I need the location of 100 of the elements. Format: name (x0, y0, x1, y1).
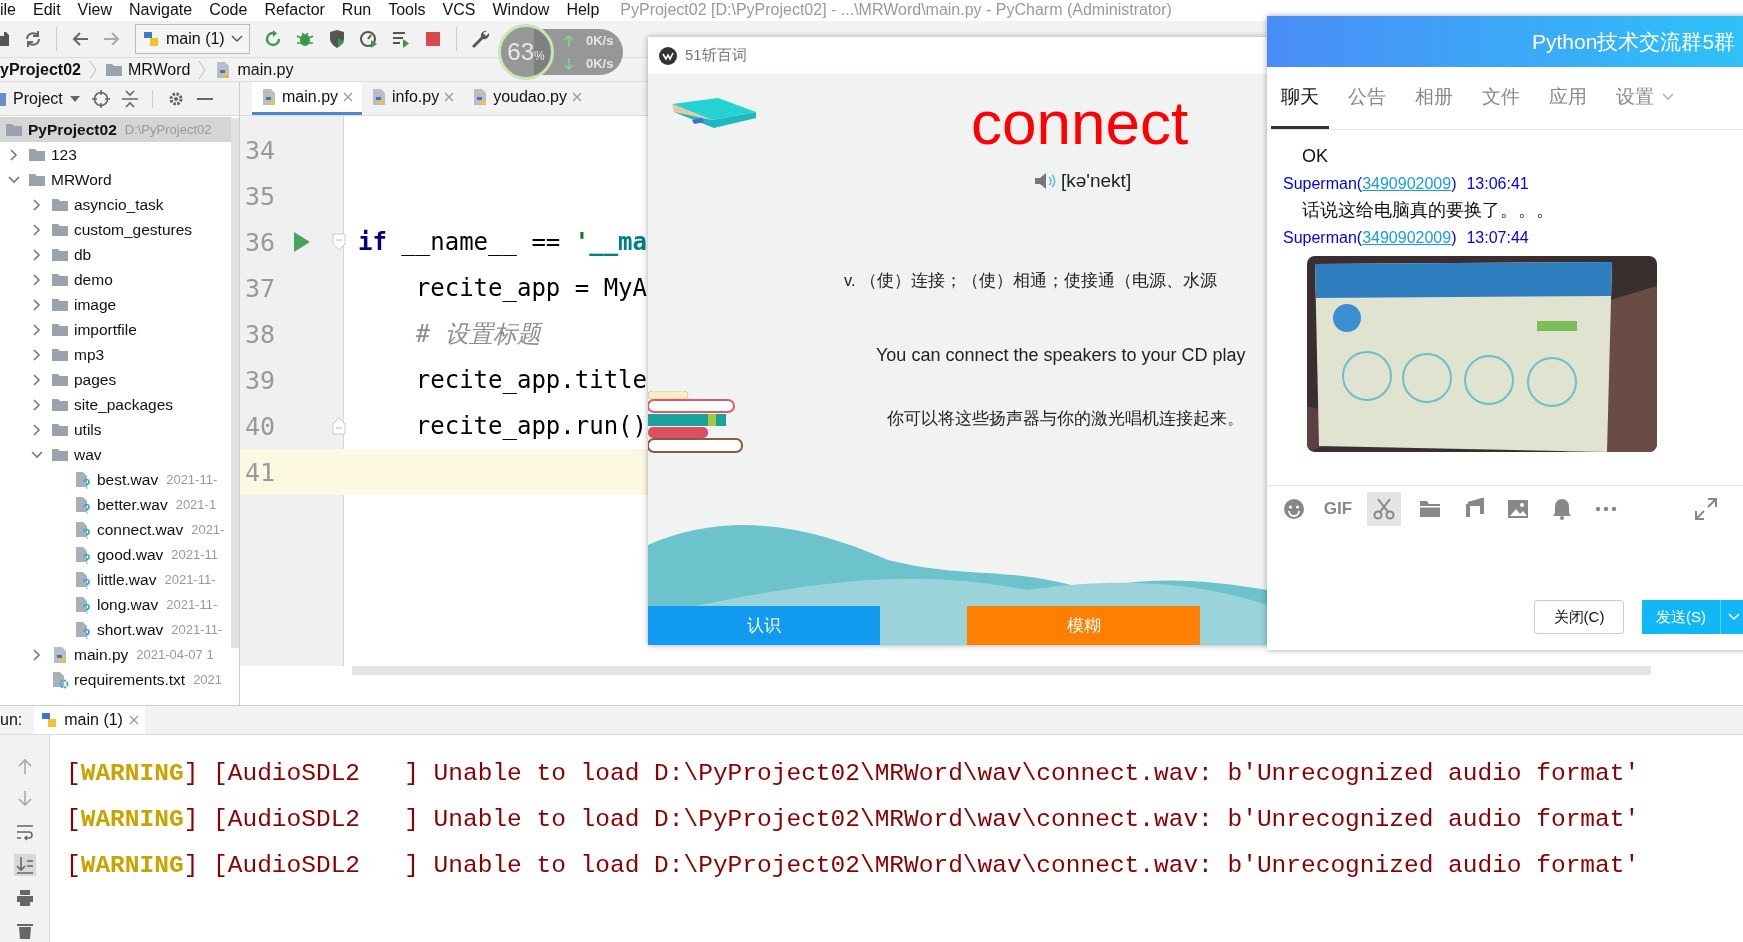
menu-item[interactable]: Run (341, 1, 372, 20)
folder-icon (51, 347, 69, 363)
tree-item[interactable]: 123 (0, 142, 231, 168)
tree-item[interactable]: long.wav 2021-11- (0, 592, 231, 618)
more-icon (1595, 506, 1617, 512)
run-icon[interactable] (294, 232, 310, 253)
menu-item[interactable]: Code (209, 1, 248, 20)
file-date: 2021-11- (171, 622, 223, 638)
tree-item[interactable]: importfile (0, 317, 231, 343)
tree-item[interactable]: mp3 (0, 342, 231, 368)
close-tab-icon[interactable] (444, 92, 455, 103)
folder-icon (104, 62, 123, 78)
menu-item[interactable]: Edit (33, 1, 61, 20)
tree-item[interactable]: asyncio_task (0, 192, 231, 218)
tree-item[interactable]: good.wav 2021-11 (0, 542, 231, 568)
tree-item[interactable]: site_packages (0, 392, 231, 418)
line-number: 41 (244, 457, 277, 487)
run-tab[interactable]: main (1) (34, 706, 145, 734)
folder-icon (51, 197, 69, 213)
menu-item[interactable]: Window (492, 1, 550, 20)
tree-item[interactable]: demo (0, 267, 231, 293)
console-line: [WARNING] [AudioSDL2 ] Unable to load D:\PyProject02\MRWord\wav\connect.wav: b'Unrecognized audio format' (66, 851, 1640, 881)
editor-tab[interactable]: youdao.py (463, 82, 591, 116)
chat-tab[interactable]: 设置 (1616, 67, 1691, 129)
message-time: 13:06:41 (1466, 174, 1529, 193)
menu-item[interactable]: View (77, 1, 112, 20)
rerun-icon[interactable] (263, 30, 282, 49)
tree-item[interactable]: MRWord (0, 167, 231, 193)
tree-item[interactable]: db (0, 242, 231, 268)
editor-tab[interactable]: info.py (362, 82, 464, 116)
tree-item[interactable]: PyProject02 D:\PyProject02 (0, 117, 231, 143)
scissors-button[interactable] (1367, 492, 1401, 526)
scroll-to-end-icon[interactable] (13, 854, 36, 876)
chat-tab[interactable]: 文件 (1482, 67, 1537, 129)
project-view-dropdown[interactable]: Project (0, 89, 80, 108)
menu-item[interactable]: Help (566, 1, 600, 20)
chat-tab[interactable]: 公告 (1348, 67, 1403, 129)
tree-item[interactable]: requirements.txt 2021 (0, 667, 231, 693)
tree-item[interactable]: image (0, 292, 231, 318)
folder-icon (51, 397, 69, 413)
tree-item[interactable]: custom_gestures (0, 217, 231, 243)
breadcrumb-item[interactable]: MRWord (104, 60, 191, 79)
sync-icon[interactable] (24, 30, 42, 49)
tree-item[interactable]: better.wav 2021-1 (0, 492, 231, 518)
run-configuration-label: main (1) (166, 30, 225, 49)
run-configuration-dropdown[interactable]: main (1) (135, 24, 250, 55)
message-text: 话说这给电脑真的要换了。。。 (1301, 199, 1554, 222)
speaker-icon[interactable] (1034, 172, 1056, 190)
caret-icon (230, 35, 243, 44)
folder-path: D:\PyProject02 (124, 122, 212, 138)
close-tab-icon[interactable] (343, 92, 354, 103)
gauge-run-icon[interactable] (359, 30, 378, 49)
tree-item[interactable]: pages (0, 367, 231, 393)
chat-tab[interactable]: 相册 (1415, 67, 1470, 129)
folder-icon (51, 297, 69, 313)
menu-item[interactable]: Tools (388, 1, 426, 20)
chevron-down-icon (1727, 613, 1740, 621)
chat-tab[interactable]: 聊天 (1271, 67, 1329, 129)
fold-marker-icon[interactable] (332, 417, 346, 436)
tree-item[interactable]: short.wav 2021-11- (0, 617, 231, 643)
horizontal-scrollbar[interactable] (352, 666, 1651, 676)
scrollbar[interactable] (231, 118, 239, 649)
line-number: 35 (244, 181, 277, 211)
editor-tab[interactable]: main.py (252, 82, 363, 116)
close-button[interactable]: 关闭(C) (1534, 600, 1624, 634)
line-number: 40 (244, 411, 277, 441)
chat-tab[interactable]: 应用 (1549, 67, 1604, 129)
fold-marker-icon[interactable] (332, 233, 346, 252)
breadcrumb-item[interactable]: yProject02 (0, 60, 81, 79)
menu-item[interactable]: ile (0, 1, 16, 20)
folder-icon (51, 322, 69, 338)
tree-item[interactable]: best.wav 2021-11- (0, 467, 231, 493)
shield-run-icon[interactable] (327, 30, 346, 49)
wrench-icon[interactable] (470, 29, 491, 50)
stop-icon[interactable] (423, 30, 442, 49)
run-list-icon[interactable] (391, 30, 410, 49)
python-file-icon (51, 645, 69, 664)
image-icon (1507, 498, 1529, 520)
close-tab-icon[interactable] (572, 92, 582, 103)
locate-icon[interactable] (91, 89, 110, 108)
gauge-percent: 63% (507, 38, 545, 66)
tree-item[interactable]: little.wav 2021-11- (0, 567, 231, 593)
tree-item[interactable]: utils (0, 417, 231, 443)
breadcrumb-item[interactable]: main.py (214, 60, 294, 79)
chat-title: Python技术交流群5群 (1532, 28, 1736, 55)
tree-item[interactable]: main.py 2021-04-07 1 (0, 642, 231, 668)
close-tab-icon[interactable] (128, 715, 139, 726)
file-date: 2021-11- (166, 472, 218, 488)
collapse-all-icon[interactable] (121, 89, 138, 108)
console-line: [WARNING] [AudioSDL2 ] Unable to load D:\PyProject02\MRWord\wav\connect.wav: b'Unrecognized audio format' (66, 759, 1640, 789)
file-date: 2021- (191, 522, 225, 538)
gif-button[interactable]: GIF (1323, 492, 1353, 526)
menu-item[interactable]: VCS (442, 1, 476, 20)
bug-icon[interactable] (295, 30, 314, 49)
download-speed: 0K/s (586, 56, 614, 71)
tree-item[interactable]: wav (0, 442, 231, 468)
menu-item[interactable]: Navigate (129, 1, 193, 20)
menu-item[interactable]: Refactor (264, 1, 325, 20)
tree-item[interactable]: connect.wav 2021- (0, 517, 231, 543)
window-title: PyProject02 [D:\PyProject02] - ...\MRWord\main.py - PyCharm (Administrator) (620, 1, 1172, 20)
